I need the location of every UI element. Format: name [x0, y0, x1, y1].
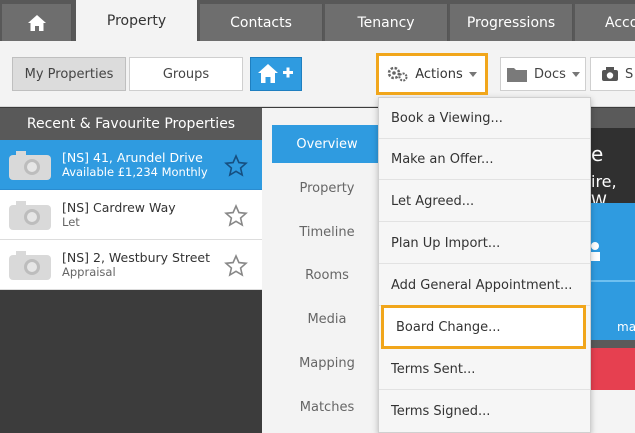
menu-item-plan-up-import[interactable]: Plan Up Import... — [379, 223, 590, 264]
tab-contacts[interactable]: Contacts — [200, 4, 323, 41]
menu-item-book-viewing[interactable]: Book a Viewing... — [379, 98, 590, 139]
property-header-banner: e ire, W — [591, 128, 635, 210]
property-title: [NS] 41, Arundel Drive — [62, 149, 203, 165]
nav-timeline[interactable]: Timeline — [272, 213, 382, 251]
add-home-icon — [258, 64, 293, 83]
add-property-button[interactable] — [250, 57, 302, 91]
info-tile[interactable]: ma — [591, 280, 635, 340]
content-area — [591, 390, 635, 433]
nav-rooms[interactable]: Rooms — [272, 256, 382, 294]
menu-item-terms-sent[interactable]: Terms Sent... — [379, 349, 590, 390]
nav-property[interactable]: Property — [272, 169, 382, 207]
nav-media[interactable]: Media — [272, 300, 382, 338]
docs-button[interactable]: Docs — [500, 57, 586, 91]
tile-text-fragment: ma — [617, 320, 635, 334]
menu-item-board-change[interactable]: Board Change... — [381, 305, 586, 349]
favourite-star-icon[interactable] — [224, 254, 248, 278]
banner-text-fragment: e — [591, 142, 604, 166]
property-detail-area: e ire, W ma — [591, 108, 635, 433]
property-list-item[interactable]: [NS] Cardrew Way Let — [0, 190, 262, 240]
docs-label: Docs — [534, 66, 566, 82]
camera-icon — [9, 150, 51, 180]
property-subtitle: Available £1,234 Monthly — [62, 164, 208, 179]
property-title: [NS] 2, Westbury Street — [62, 249, 210, 265]
tab-tenancy[interactable]: Tenancy — [325, 4, 448, 41]
my-properties-button[interactable]: My Properties — [12, 57, 126, 91]
property-list-item[interactable]: [NS] 41, Arundel Drive Available £1,234 … — [0, 140, 262, 190]
alert-tile[interactable] — [591, 348, 635, 390]
property-subtitle: Let — [62, 214, 80, 229]
menu-item-make-offer[interactable]: Make an Offer... — [379, 139, 590, 180]
menu-item-let-agreed[interactable]: Let Agreed... — [379, 181, 590, 222]
home-tab[interactable] — [2, 4, 72, 41]
gears-icon — [388, 66, 408, 82]
camera-icon — [602, 67, 618, 81]
tab-accounts[interactable]: Acco — [575, 4, 635, 41]
top-nav: Property Contacts Tenancy Progressions A… — [0, 0, 635, 41]
tab-progressions[interactable]: Progressions — [450, 4, 573, 41]
property-section-nav: Overview Property Timeline Rooms Media M… — [262, 108, 382, 433]
info-tile[interactable] — [591, 203, 635, 291]
actions-button[interactable]: Actions — [376, 53, 488, 95]
partial-button[interactable]: S — [590, 57, 635, 91]
nav-overview[interactable]: Overview — [272, 125, 382, 163]
recent-properties-header: Recent & Favourite Properties — [0, 108, 262, 140]
menu-item-terms-signed[interactable]: Terms Signed... — [379, 391, 590, 432]
nav-matches[interactable]: Matches — [272, 388, 382, 426]
recent-properties-panel: Recent & Favourite Properties [NS] 41, A… — [0, 108, 262, 433]
groups-button[interactable]: Groups — [129, 57, 243, 91]
folder-icon — [507, 68, 528, 82]
partial-label: S — [625, 66, 634, 82]
tab-property[interactable]: Property — [76, 0, 198, 41]
camera-icon — [9, 250, 51, 280]
actions-label: Actions — [415, 66, 463, 82]
chevron-down-icon — [571, 71, 580, 77]
property-list-item[interactable]: [NS] 2, Westbury Street Appraisal — [0, 240, 262, 290]
menu-item-add-general-appointment[interactable]: Add General Appointment... — [379, 265, 590, 306]
home-icon — [27, 14, 46, 31]
nav-mapping[interactable]: Mapping — [272, 344, 382, 382]
person-icon — [591, 242, 600, 261]
chevron-down-icon — [468, 71, 477, 77]
favourite-star-icon[interactable] — [224, 154, 248, 178]
camera-icon — [9, 200, 51, 230]
actions-dropdown-menu: Book a Viewing... Make an Offer... Let A… — [378, 97, 591, 433]
property-title: [NS] Cardrew Way — [62, 199, 176, 215]
favourite-star-icon[interactable] — [224, 204, 248, 228]
property-subtitle: Appraisal — [62, 264, 116, 279]
